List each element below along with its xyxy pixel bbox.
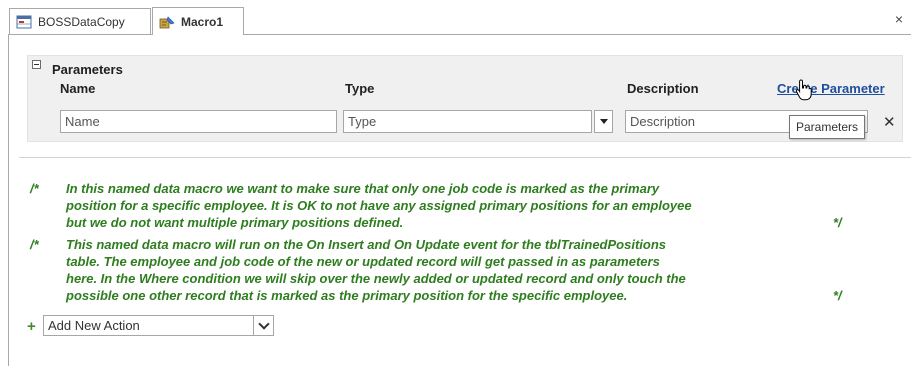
comment-open-marker: /* <box>30 181 39 196</box>
document-tab-strip: BOSSDataCopy Macro1 × <box>0 0 911 36</box>
comment-close-marker: */ <box>833 215 842 230</box>
comment-block-2[interactable]: /* This named data macro will run on the… <box>0 236 911 308</box>
tab-macro1[interactable]: Macro1 <box>152 7 244 35</box>
comment-open-marker: /* <box>30 237 39 252</box>
column-header-type: Type <box>345 81 375 96</box>
tab-label: BOSSDataCopy <box>38 14 125 29</box>
table-icon <box>16 15 32 29</box>
comment-line: In this named data macro we want to make… <box>66 181 660 196</box>
tab-label: Macro1 <box>181 14 224 29</box>
macro-icon <box>159 15 175 29</box>
section-divider <box>19 157 911 158</box>
comment-block-1[interactable]: /* In this named data macro we want to m… <box>0 180 911 234</box>
hand-cursor-icon <box>795 79 813 104</box>
comment-line: This named data macro will run on the On… <box>66 237 667 252</box>
delete-parameter-icon[interactable]: ✕ <box>883 113 896 131</box>
comment-line: table. The employee and job code of the … <box>66 254 660 269</box>
parameters-tooltip: Parameters <box>789 115 866 139</box>
comment-line: position for a specific employee. It is … <box>66 198 692 213</box>
close-icon[interactable]: × <box>895 11 903 27</box>
parameter-name-input[interactable]: Name <box>60 110 337 133</box>
tab-bossdatacopy[interactable]: BOSSDataCopy <box>9 8 151 34</box>
column-header-name: Name <box>60 81 96 96</box>
comment-line: but we do not want multiple primary posi… <box>66 215 404 230</box>
comment-close-marker: */ <box>833 288 842 303</box>
tab-strip-divider <box>8 34 911 35</box>
comment-line: here. In the Where condition we will ski… <box>66 271 686 286</box>
add-action-dropdown-button[interactable] <box>253 316 273 335</box>
column-header-description: Description <box>627 81 699 96</box>
parameters-panel: Parameters Name Type Description Create … <box>27 55 903 142</box>
dropdown-arrow-icon <box>599 119 608 124</box>
type-dropdown-button[interactable] <box>594 110 613 133</box>
chevron-down-icon <box>257 318 270 330</box>
parameter-type-input[interactable]: Type <box>343 110 592 133</box>
add-action-plus-icon[interactable]: + <box>27 318 36 335</box>
add-new-action-select[interactable]: Add New Action <box>43 315 274 336</box>
create-parameter-link[interactable]: Create Parameter <box>777 81 885 96</box>
comment-line: possible one other record that is marked… <box>66 288 628 303</box>
collapse-minus-icon[interactable] <box>32 60 41 69</box>
parameters-title: Parameters <box>52 62 123 77</box>
